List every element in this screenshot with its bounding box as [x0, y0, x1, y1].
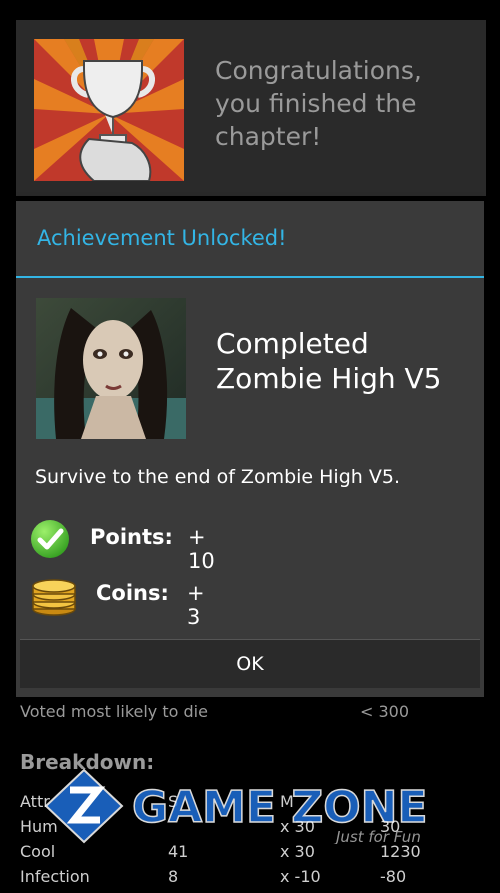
gamezone-watermark-logo: GAME ZONE Just for Fun [44, 768, 444, 846]
cell: x 30 [280, 842, 315, 861]
cell: x -10 [280, 867, 321, 886]
congrats-message: Congratulations, you finished the chapte… [215, 56, 422, 151]
table-row: Infection 8 x -10 -80 [20, 867, 460, 892]
congrats-panel: Congratulations, you finished the chapte… [16, 20, 486, 196]
green-check-icon [30, 519, 70, 559]
voted-row: Voted most likely to die < 300 [20, 702, 500, 722]
dialog-title: Achievement Unlocked! [37, 226, 287, 250]
points-label: Points: [90, 525, 173, 549]
cell: -80 [380, 867, 407, 886]
dialog-divider [16, 276, 484, 278]
voted-value: < 300 [360, 702, 410, 721]
points-value: + 10 [188, 525, 215, 573]
cell: 41 [168, 842, 189, 861]
table-row: Cool 41 x 30 1230 [20, 842, 460, 867]
achievement-dialog: Achievement Unlocked! Completed Zombie H… [16, 201, 484, 697]
achievement-image [36, 298, 186, 439]
svg-text:GAME ZONE: GAME ZONE [132, 782, 428, 833]
dialog-header: Achievement Unlocked! [16, 201, 484, 276]
coin-stack-icon [30, 575, 78, 617]
trophy-icon [34, 39, 184, 181]
cell: Cool [20, 842, 56, 861]
svg-text:Just for Fun: Just for Fun [333, 828, 421, 844]
achievement-description: Survive to the end of Zombie High V5. [35, 466, 400, 488]
cell: 1230 [380, 842, 421, 861]
cell: Infection [20, 867, 90, 886]
achievement-name: Completed Zombie High V5 [216, 327, 442, 395]
cell: 8 [168, 867, 179, 886]
voted-label: Voted most likely to die [20, 702, 208, 721]
ok-button[interactable]: OK [20, 639, 480, 688]
coins-label: Coins: [96, 581, 169, 605]
coins-value: + 3 [187, 581, 205, 629]
